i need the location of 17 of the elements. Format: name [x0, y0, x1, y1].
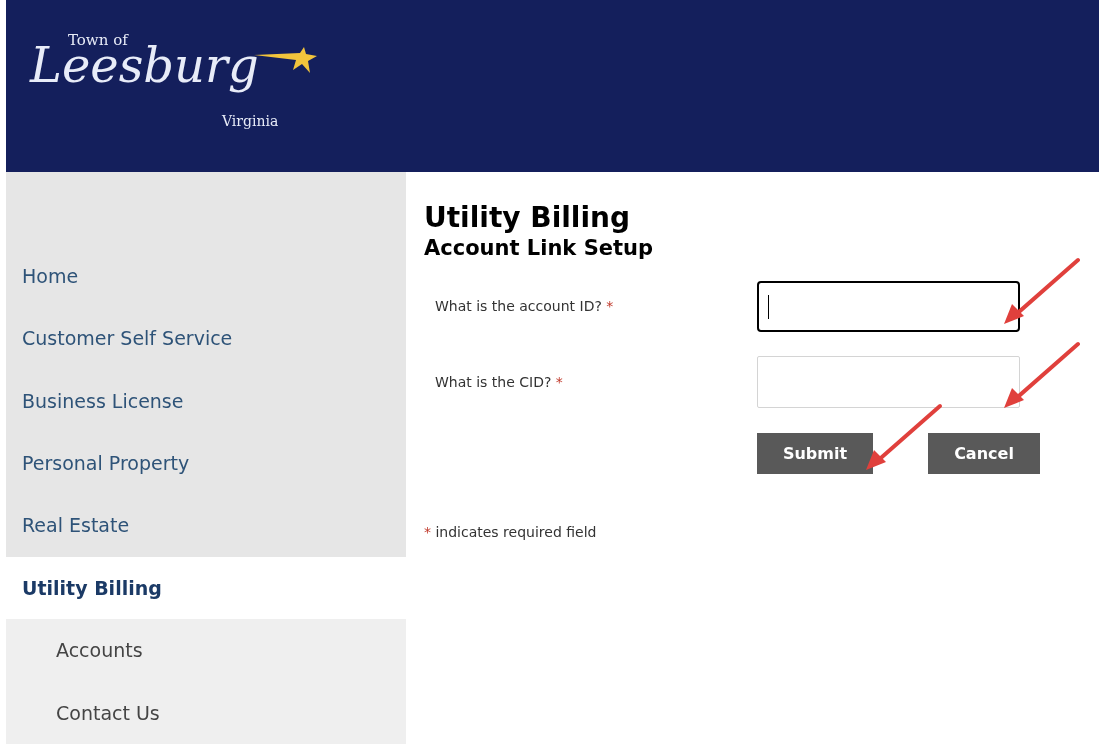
nav-item[interactable]: Home — [6, 245, 406, 308]
nav-item[interactable]: Accounts — [6, 619, 406, 682]
nav-item[interactable]: Customer Self Service — [6, 307, 406, 370]
required-note: * indicates required field — [424, 523, 598, 543]
nav-item[interactable]: Business License — [6, 369, 406, 433]
nav-item[interactable]: Contact Us — [6, 681, 406, 744]
page-subtitle: Account Link Setup — [424, 235, 655, 262]
submit-button[interactable]: Submit — [757, 433, 873, 475]
cancel-button[interactable]: Cancel — [928, 433, 1040, 475]
nav-item[interactable]: Real Estate — [6, 494, 406, 557]
page-title: Utility Billing — [424, 200, 631, 235]
field-label: What is the CID? * — [434, 372, 564, 392]
input-field[interactable] — [757, 281, 1020, 333]
nav-item[interactable]: Utility Billing — [6, 556, 406, 620]
field-label: What is the account ID? * — [434, 297, 615, 317]
logo-text: Virginia — [222, 112, 279, 131]
nav-item[interactable]: Personal Property — [6, 432, 406, 495]
